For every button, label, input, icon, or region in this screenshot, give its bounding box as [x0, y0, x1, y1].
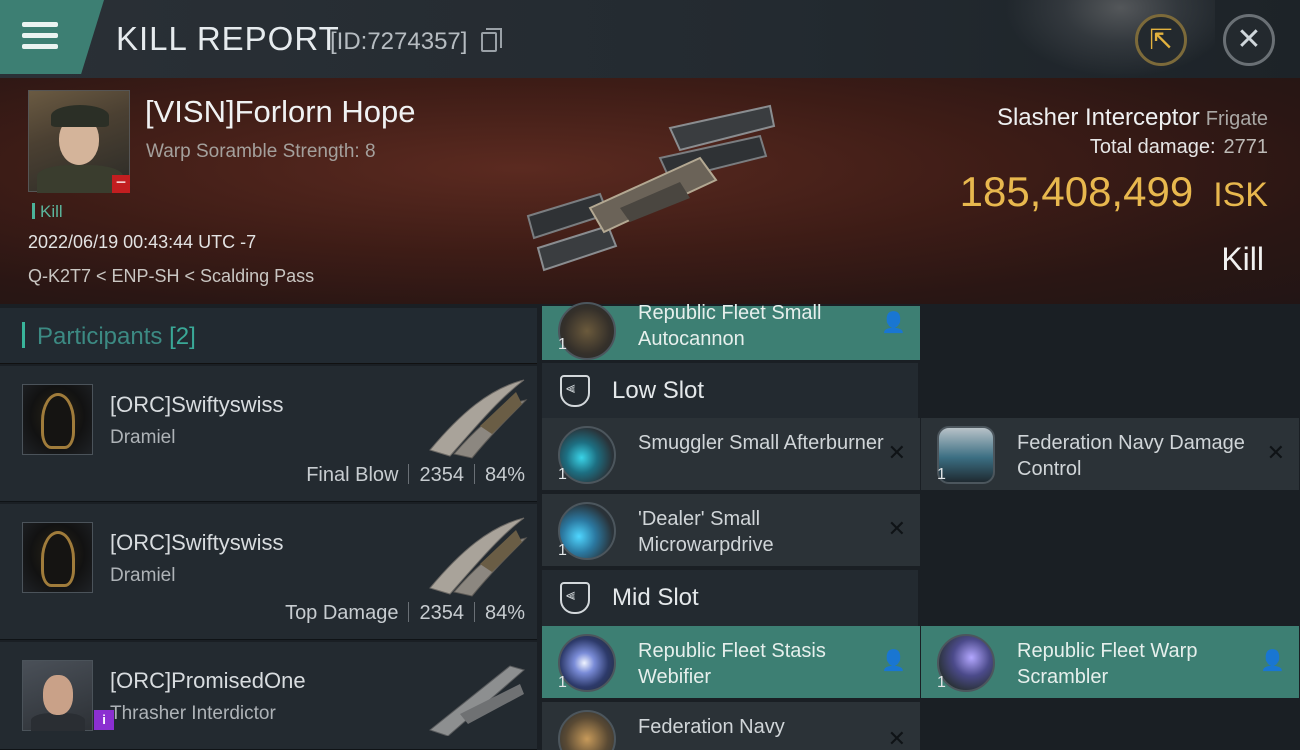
isk-value: 185,408,499 ISK — [960, 168, 1268, 216]
kill-id: [ID:7274357] — [330, 28, 468, 55]
ship-name-text: Slasher Interceptor — [996, 104, 1200, 131]
avatar[interactable] — [22, 384, 93, 455]
participant-ship: Dramiel — [110, 565, 176, 586]
share-button[interactable]: ⇱ — [1135, 14, 1187, 66]
participant-damage: 2354 — [419, 602, 464, 624]
victim-banner: − [VISN]Forlorn Hope Warp Soramble Stren… — [0, 78, 1300, 304]
copy-icon[interactable] — [481, 28, 502, 52]
participants-header: Participants [2] — [0, 308, 537, 364]
module-item[interactable]: 1 Republic Fleet Stasis Webifier 👤 — [542, 626, 920, 698]
shield-slot-icon — [560, 375, 590, 407]
low-slot-header: Low Slot — [542, 363, 918, 419]
participant-role: Top Damage — [285, 602, 399, 624]
menu-button[interactable] — [0, 0, 104, 74]
module-qty: 1 — [558, 466, 567, 483]
participant-name: [ORC]PromisedOne — [110, 668, 306, 693]
mid-slot-title: Mid Slot — [612, 584, 699, 611]
module-qty: 1 — [937, 674, 946, 691]
victim-name[interactable]: [VISN]Forlorn Hope — [145, 94, 416, 130]
module-label: Federation Navy — [638, 716, 785, 738]
total-damage-label: Total damage: — [1089, 136, 1216, 158]
participant-percent: 84% — [484, 602, 525, 624]
shield-slot-icon — [560, 582, 590, 614]
module-label: Federation Navy Damage Control — [1017, 432, 1245, 480]
victim-ship-name[interactable]: Slasher Interceptor Frigate — [997, 104, 1268, 132]
module-item[interactable]: Federation Navy ✕ — [542, 702, 920, 750]
participant-row[interactable]: i [ORC]PromisedOne Thrasher Interdictor — [0, 642, 537, 750]
participant-name: [ORC]Swiftyswiss — [110, 530, 284, 555]
module-qty: 1 — [558, 542, 567, 559]
participant-ship-image — [429, 379, 528, 459]
participant-role: Final Blow — [306, 464, 399, 486]
module-label: Republic Fleet Small Autocannon — [638, 302, 822, 350]
module-icon — [558, 710, 616, 750]
kill-tag: Kill — [32, 202, 63, 222]
total-damage: Total damage: 2771 — [1090, 136, 1268, 159]
participant-row[interactable]: [ORC]Swiftyswiss Dramiel Top Damage 2354 8… — [0, 504, 537, 640]
isk-amount: 185,408,499 — [959, 168, 1194, 215]
participants-count: [2] — [169, 323, 196, 350]
pilot-icon[interactable]: 👤 — [1260, 648, 1285, 673]
participant-name: [ORC]Swiftyswiss — [110, 392, 284, 417]
participants-label: Participants — [37, 323, 163, 350]
share-icon: ⇱ — [1149, 24, 1173, 55]
module-label: 'Dealer' Small Microwarpdrive — [638, 508, 774, 556]
participant-percent: 84% — [484, 464, 525, 486]
module-label: Smuggler Small Afterburner — [638, 432, 884, 454]
participant-ship-image — [428, 665, 526, 736]
module-qty: 1 — [558, 674, 567, 691]
participant-ship: Thrasher Interdictor — [110, 703, 276, 724]
close-button[interactable]: ✕ — [1223, 14, 1275, 66]
destroyed-icon: ✕ — [887, 440, 906, 465]
pilot-icon[interactable]: 👤 — [881, 310, 906, 335]
module-qty: 1 — [937, 466, 946, 483]
page-title: KILL REPORT — [116, 20, 340, 57]
victim-subtitle: Warp Soramble Strength: 8 — [146, 141, 376, 162]
module-label: Republic Fleet Warp Scrambler — [1017, 640, 1198, 688]
avatar[interactable]: i — [22, 660, 114, 731]
destroyed-icon: ✕ — [887, 516, 906, 541]
total-damage-value: 2771 — [1223, 136, 1269, 158]
participant-stats: Top Damage 2354 84% — [285, 602, 525, 625]
participant-ship: Dramiel — [110, 427, 176, 448]
victim-ship-image — [526, 104, 776, 272]
module-qty: 1 — [558, 336, 567, 353]
module-item[interactable]: 1 Federation Navy Damage Control ✕ — [921, 418, 1299, 490]
participants-title: Participants [2] — [37, 323, 196, 351]
module-item[interactable]: 1 Republic Fleet Warp Scrambler 👤 — [921, 626, 1299, 698]
participant-row[interactable]: [ORC]Swiftyswiss Dramiel Final Blow 2354 8… — [0, 366, 537, 502]
destroyed-icon: ✕ — [887, 726, 906, 750]
participant-ship-image — [429, 517, 528, 597]
participant-damage: 2354 — [419, 464, 464, 486]
isk-unit: ISK — [1213, 176, 1268, 214]
remove-icon: − — [112, 173, 130, 193]
kill-datetime: 2022/06/19 00:43:44 UTC -7 — [28, 232, 257, 252]
participant-stats: Final Blow 2354 84% — [306, 464, 525, 487]
destroyed-icon: ✕ — [1266, 440, 1285, 465]
ship-class: Frigate — [1205, 108, 1268, 130]
avatar[interactable] — [22, 522, 93, 593]
kill-location[interactable]: Q-K2T7 < ENP-SH < Scalding Pass — [28, 266, 314, 287]
kill-result: Kill — [1221, 241, 1264, 277]
module-label: Republic Fleet Stasis Webifier — [638, 640, 826, 688]
mid-slot-header: Mid Slot — [542, 570, 918, 626]
module-item[interactable]: 1 'Dealer' Small Microwarpdrive ✕ — [542, 494, 920, 566]
module-item[interactable]: 1 Smuggler Small Afterburner ✕ — [542, 418, 920, 490]
module-item[interactable]: 1 Republic Fleet Small Autocannon 👤 — [542, 302, 920, 360]
top-bar: KILL REPORT [ID:7274357] ⇱ ✕ — [0, 0, 1300, 78]
pilot-icon[interactable]: 👤 — [881, 648, 906, 673]
close-icon: ✕ — [1236, 23, 1262, 56]
low-slot-title: Low Slot — [612, 377, 705, 404]
